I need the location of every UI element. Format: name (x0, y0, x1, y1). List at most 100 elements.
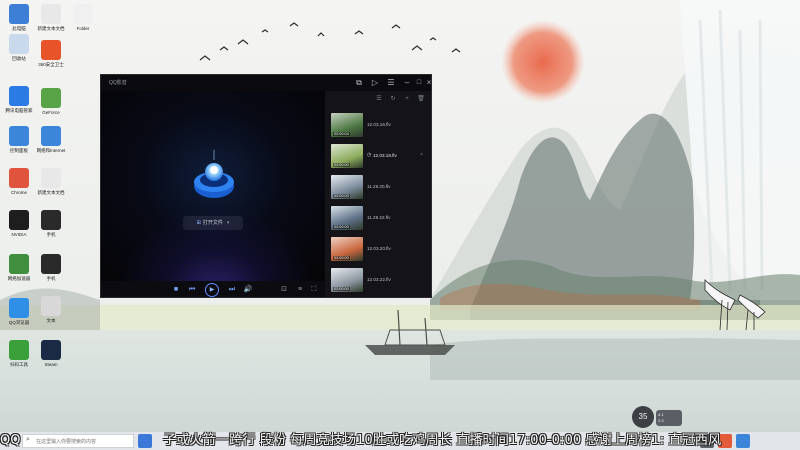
playlist-item[interactable]: 02:00:00 12.03.22.flv (329, 266, 429, 296)
desktop-icon[interactable]: Steam (34, 340, 68, 367)
video-thumbnail: 02:00:00 (331, 206, 363, 230)
desktop-icon[interactable]: 文本 (34, 296, 68, 323)
desktop-icon[interactable]: 网络和Internet (34, 126, 68, 153)
video-duration: 02:00:00 (333, 287, 350, 291)
desktop-icon[interactable]: 腾讯电脑管家 (2, 86, 36, 113)
open-file-label: 打开文件 (202, 220, 223, 226)
app-icon (9, 210, 29, 230)
settings-icon[interactable]: ≡ (295, 285, 305, 295)
video-duration: 02:00:00 (333, 225, 350, 229)
video-thumbnail: 02:00:00 (331, 237, 363, 261)
desktop-icon-label: 腾讯电脑管家 (5, 108, 33, 113)
next-icon[interactable]: ⏭ (227, 285, 237, 295)
open-file-icon: ⊞ (196, 220, 201, 226)
playlist-item[interactable]: 02:00:00 ◷ × 12.03.18.flv (329, 142, 429, 172)
desktop-icon[interactable]: 手机 (34, 210, 68, 237)
weather-detail[interactable]: 4.1 3.3 (656, 410, 682, 426)
qq-player-window[interactable]: QQ影音 ⧉ ▷ ☰ – □ × ⊞ 打开文件 ▾ ■ ⏮ ▶ ⏭ 🔊 ⊡ ≡ … (100, 74, 432, 298)
video-filename: 11.29.22.flv (367, 215, 391, 220)
desktop-icon[interactable]: 扫码工具 (2, 340, 36, 367)
previous-icon[interactable]: ⏮ (187, 285, 197, 295)
desktop-icon[interactable]: 新建文本文档 (34, 168, 68, 195)
app-icon (41, 210, 61, 230)
video-area[interactable]: ⊞ 打开文件 ▾ (101, 91, 325, 281)
app-icon (9, 298, 29, 318)
desktop-icon[interactable]: Chrome (2, 168, 36, 195)
desktop-icon[interactable]: 网络加速器 (2, 254, 36, 281)
overlay-qq-text: QQ (0, 433, 21, 448)
now-playing-icon: ◷ (367, 152, 372, 158)
qq-player-logo-icon (194, 150, 234, 198)
desktop-icon[interactable]: GeForce (34, 88, 68, 115)
desktop-icon-label: 手机 (46, 276, 56, 281)
playlist-item[interactable]: 02:00:00 12.03.20.flv (329, 235, 429, 265)
desktop-icon[interactable]: 新建文本文档 (34, 4, 68, 31)
title-bar[interactable]: QQ影音 ⧉ ▷ ☰ – □ × (101, 75, 431, 91)
video-filename: 12.03.22.flv (367, 277, 391, 282)
app-icon (41, 296, 61, 316)
play-mode-icon[interactable]: ▷ (369, 77, 381, 89)
playlist-item[interactable]: 02:00:04 12.03.16.flv (329, 111, 429, 141)
desktop-icon-label: 控制面板 (10, 148, 28, 153)
list-view-icon[interactable]: ☰ (375, 95, 383, 103)
desktop-icon-label: QQ浏览器 (8, 320, 30, 325)
desktop-icon-label: 此电脑 (12, 26, 26, 31)
video-thumbnail: 02:00:04 (331, 113, 363, 137)
loop-icon[interactable]: ↻ (389, 95, 397, 103)
desktop-icon[interactable]: Folder (66, 4, 100, 31)
app-icon (9, 340, 29, 360)
app-icon (41, 168, 61, 188)
desktop-icon-label: Steam (44, 362, 58, 367)
playlist-panel: ☰ ↻ + 🗑 02:00:04 12.03.16.flv 02:00:00 ◷ × 12… (325, 91, 431, 297)
app-icon (73, 4, 93, 24)
stop-icon[interactable]: ■ (171, 285, 181, 295)
minimize-icon[interactable]: – (401, 77, 413, 89)
playlist-item[interactable]: 02:00:00 11.29.22.flv (329, 204, 429, 234)
app-icon (41, 4, 61, 24)
video-filename: 11.29.20.flv (367, 184, 391, 189)
network-icon[interactable] (736, 434, 750, 448)
screenshot-icon[interactable]: ⧉ (353, 77, 365, 89)
desktop-icon-label: 文本 (46, 318, 56, 323)
video-thumbnail: 02:00:03 (331, 175, 363, 199)
search-input[interactable] (36, 437, 132, 446)
app-icon (41, 88, 61, 108)
menu-icon[interactable]: ☰ (385, 77, 397, 89)
desktop-icon[interactable]: 手机 (34, 254, 68, 281)
play-button[interactable]: ▶ (205, 283, 219, 297)
desktop-icon[interactable]: NVIDIA (2, 210, 36, 237)
app-icon (9, 254, 29, 274)
app-icon (9, 34, 29, 54)
video-filename: 12.03.16.flv (367, 122, 391, 127)
playlist-item[interactable]: 02:00:03 11.29.20.flv (329, 173, 429, 203)
desktop-icon-label: 网络和Internet (36, 148, 66, 153)
desktop-icon-label: 扫码工具 (10, 362, 28, 367)
video-thumbnail: 02:00:00 (331, 144, 363, 168)
open-file-button[interactable]: ⊞ 打开文件 ▾ (183, 216, 243, 230)
desktop-icon[interactable]: 控制面板 (2, 126, 36, 153)
fullscreen-icon[interactable]: ⛶ (309, 285, 319, 295)
app-icon (41, 40, 61, 60)
desktop-icon-label: Folder (76, 26, 90, 31)
close-icon[interactable]: × (423, 77, 431, 89)
video-filename: 12.03.20.flv (367, 246, 391, 251)
desktop-icon[interactable]: 回收站 (2, 34, 36, 61)
delete-icon[interactable]: 🗑 (417, 95, 425, 103)
subtitle-icon[interactable]: ⊡ (279, 285, 289, 295)
desktop-icon[interactable]: 此电脑 (2, 4, 36, 31)
remove-item-icon[interactable]: × (420, 152, 423, 158)
chevron-down-icon[interactable]: ▾ (227, 220, 230, 226)
desktop-icon[interactable]: 360安全卫士 (34, 40, 68, 67)
task-view-icon[interactable] (138, 434, 152, 448)
app-icon (41, 340, 61, 360)
app-icon (9, 168, 29, 188)
volume-icon[interactable]: 🔊 (243, 285, 253, 295)
playlist-toolbar: ☰ ↻ + 🗑 (325, 91, 431, 107)
add-icon[interactable]: + (403, 95, 411, 103)
temperature-badge[interactable]: 35 (632, 406, 654, 428)
app-icon (9, 4, 29, 24)
desktop-icon-label: 新建文本文档 (37, 26, 65, 31)
taskbar-search[interactable]: ⌕ (22, 434, 134, 448)
app-icon (9, 86, 29, 106)
desktop-icon[interactable]: QQ浏览器 (2, 298, 36, 325)
